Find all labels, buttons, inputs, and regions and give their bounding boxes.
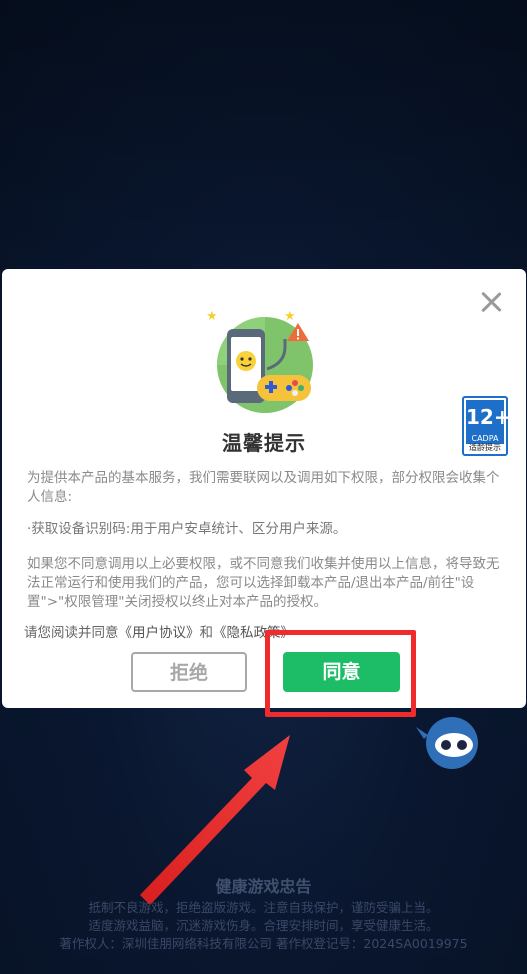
reject-button[interactable]: 拒绝 xyxy=(131,652,247,692)
permission-disagree-text: 如果您不同意调用以上必要权限，或不同意我们收集并使用以上信息，将导致无法正常运行… xyxy=(27,556,500,610)
advisory-line-2: 适度游戏益脑，沉迷游戏伤身。合理安排时间，享受健康生活。 xyxy=(88,918,439,933)
consent-line: 请您阅读并同意《用户协议》和《隐私政策》 xyxy=(24,621,294,641)
health-advisory: 健康游戏忠告 抵制不良游戏，拒绝盗版游戏。注意自我保护，谨防受骗上当。 适度游戏… xyxy=(0,873,527,953)
user-agreement-link[interactable]: 《用户协议》 xyxy=(119,625,200,641)
consent-prefix: 请您阅读并同意 xyxy=(24,625,119,641)
permission-intro-text: 为提供本产品的基本服务，我们需要联网以及调用如下权限，部分权限会收集个人信息: xyxy=(27,470,500,505)
close-icon[interactable] xyxy=(476,287,506,317)
phone-gamepad-illustration xyxy=(207,310,313,413)
age-rating-caption: 适龄提示 xyxy=(469,443,501,452)
advisory-line-3: 著作权人：深圳佳朋网络科技有限公司 著作权登记号：2024SA0019975 xyxy=(59,936,468,951)
ninja-character-icon xyxy=(416,717,478,769)
advisory-line-1: 抵制不良游戏，拒绝盗版游戏。注意自我保护，谨防受骗上当。 xyxy=(88,900,439,915)
permission-device-id-text: ·获取设备识别码:用于用户安卓统计、区分用户来源。 xyxy=(27,521,347,537)
age-rating-value: 12+ xyxy=(466,400,511,434)
dialog-title: 温馨提示 xyxy=(222,431,306,455)
advisory-heading: 健康游戏忠告 xyxy=(215,877,312,896)
permission-dialog: 温馨提示 12+ CADPA 适龄提示 为提供本产品的基本服务，我们需要联网以及… xyxy=(2,269,526,708)
age-rating-badge: 12+ CADPA 适龄提示 xyxy=(462,396,511,456)
consent-and: 和 xyxy=(199,625,214,641)
agree-highlight-box xyxy=(265,630,416,717)
